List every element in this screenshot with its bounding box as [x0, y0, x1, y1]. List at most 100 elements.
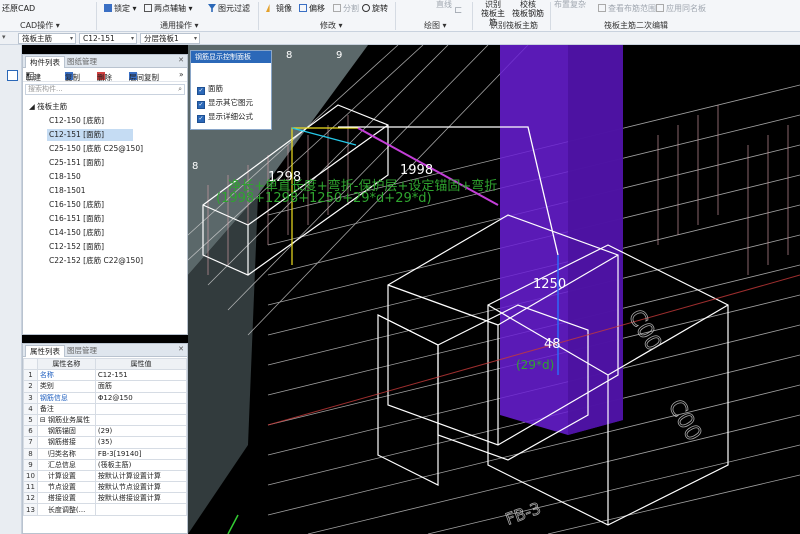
- ribbon: 还原CAD CAD操作 ▾ 锁定 ▾ 两点辅轴 ▾ 图元过滤 通用操作 ▾ 镜像…: [0, 0, 800, 32]
- rebar-display-control-panel: 钢筋显示控制面板 ✓ 面筋 ✓ 显示其它图元 ✓ 显示详细公式: [190, 50, 272, 130]
- component-list-panel: 构件列表 图纸管理 ✕ 新建 ▾ 复制 删除 层间复制 » 搜索构件... ⌕ ◢…: [22, 54, 188, 335]
- component-search-input[interactable]: 搜索构件... ⌕: [25, 84, 185, 95]
- tree-item[interactable]: C16-150 [底筋]: [47, 199, 137, 211]
- tree-item[interactable]: C16-151 [面筋]: [47, 213, 137, 225]
- component-panel-tabs: 构件列表 图纸管理 ✕: [23, 55, 187, 68]
- table-row[interactable]: 2 类别 面筋: [23, 380, 188, 393]
- checkbox-checked-icon[interactable]: ✓: [197, 101, 205, 109]
- table-row[interactable]: 6 钢筋锚固 (29): [23, 425, 188, 438]
- cad-ops-group[interactable]: CAD操作 ▾: [20, 20, 60, 31]
- tree-item[interactable]: C22-152 [底筋 C22@150]: [47, 255, 143, 267]
- secondary-edit-group: 筏板主筋二次编辑: [604, 21, 668, 30]
- table-row[interactable]: 10 计算设置 按默认计算设置计算: [23, 469, 188, 483]
- option-show-other-elements[interactable]: ✓ 显示其它图元: [197, 97, 253, 109]
- tree-item[interactable]: C14-150 [底筋]: [47, 227, 137, 239]
- dimension-48: 48: [544, 337, 561, 352]
- toolbar-dropdown-arrow[interactable]: ▾: [2, 33, 6, 41]
- restore-cad-button[interactable]: 还原CAD: [2, 4, 35, 14]
- option-face-rebar[interactable]: ✓ 面筋: [197, 83, 223, 95]
- lock-icon: [104, 4, 112, 12]
- apply-same-name-button[interactable]: 应用同名板: [656, 4, 706, 14]
- mirror-icon: [266, 4, 270, 12]
- table-row[interactable]: 3 钢筋信息 Φ12@150: [23, 391, 188, 404]
- tree-item[interactable]: C12-152 [面筋]: [47, 241, 137, 253]
- cad-3d-viewport[interactable]: C00 C00 FB-3 1998 1298 1250 48 (29*d) 净长…: [188, 45, 800, 534]
- left-icon-strip: [0, 45, 22, 534]
- table-row[interactable]: 11 节点设置 按默认节点设置计算: [23, 481, 188, 494]
- dimension-1250: 1250: [533, 277, 567, 292]
- filter-icon: [208, 4, 216, 12]
- table-row[interactable]: 7 钢筋搭接 (35): [23, 436, 188, 449]
- mirror-button[interactable]: 镜像: [266, 4, 292, 14]
- modify-group[interactable]: 修改 ▾: [320, 20, 343, 31]
- category-select[interactable]: 筏板主筋 ▾: [18, 33, 76, 44]
- table-row[interactable]: 9 汇总信息 (筏板主筋): [23, 458, 188, 471]
- offset-button[interactable]: 偏移: [299, 4, 325, 14]
- layer-select[interactable]: 分层筏板1 ▾: [140, 33, 200, 44]
- rotate-button[interactable]: 旋转: [362, 4, 388, 14]
- ribbon-separator: [96, 2, 97, 30]
- component-toolbar: 新建 ▾ 复制 删除 层间复制 »: [23, 68, 187, 82]
- option-show-detailed-formula[interactable]: ✓ 显示详细公式: [197, 111, 253, 123]
- table-row[interactable]: 5 ⊟ 钢筋业务属性: [23, 413, 188, 427]
- checkbox-checked-icon[interactable]: ✓: [197, 87, 205, 95]
- anchor-length-label: (29*d): [516, 358, 555, 372]
- split-button[interactable]: 分割: [333, 4, 359, 14]
- svg-text:C00: C00: [623, 306, 666, 356]
- column-header-name: 属性名称: [36, 357, 96, 371]
- tab-property-list[interactable]: 属性列表: [25, 345, 65, 357]
- table-row[interactable]: 12 搭接设置 按默认搭接设置计算: [23, 492, 188, 505]
- search-icon: ⌕: [178, 85, 182, 93]
- draw-group[interactable]: 绘图 ▾: [424, 20, 447, 31]
- two-point-axis-button[interactable]: 两点辅轴 ▾: [144, 4, 193, 14]
- checkbox-checked-icon[interactable]: ✓: [197, 115, 205, 123]
- tree-item[interactable]: C18-150: [47, 171, 137, 183]
- straight-line-button[interactable]: 直线: [436, 0, 452, 10]
- tree-item[interactable]: C18-1501: [47, 185, 137, 197]
- grid-number: 8: [192, 161, 199, 172]
- axis-icon: [144, 4, 152, 12]
- more-icon[interactable]: »: [179, 70, 184, 79]
- tab-component-list[interactable]: 构件列表: [25, 56, 65, 68]
- close-icon[interactable]: ✕: [178, 56, 184, 64]
- rotate-icon: [362, 4, 370, 12]
- grid-number: 9: [336, 50, 343, 61]
- lock-button[interactable]: 锁定 ▾: [104, 4, 137, 14]
- table-row[interactable]: 13 长度调整(...: [23, 503, 188, 516]
- tree-item-selected[interactable]: C12-151 [面筋]: [47, 129, 133, 141]
- rebar-model-drawing: C00 C00 FB-3: [188, 45, 800, 534]
- selector-toolbar: ▾ 筏板主筋 ▾ C12-151 ▾ 分层筏板1 ▾: [0, 32, 800, 45]
- range-icon: [598, 4, 606, 12]
- close-icon[interactable]: ✕: [178, 345, 184, 353]
- ribbon-separator: [472, 2, 473, 30]
- tree-item[interactable]: C25-150 [底筋 C25@150]: [47, 143, 143, 155]
- verify-main-button[interactable]: 校核 筏板钢筋: [512, 0, 544, 18]
- property-panel-tabs: 属性列表 图层管理 ✕: [23, 344, 187, 357]
- layout-range-button[interactable]: 布置复杂: [554, 0, 586, 10]
- property-table: 属性名称 属性值 1 名称 C12-151 2 类别 面筋 3 钢筋信息 Φ12@150 4…: [23, 357, 188, 516]
- column-header-value: 属性值: [94, 357, 188, 371]
- formula-calculation: (1998+1298+1250+29*d+29*d): [216, 191, 432, 206]
- shape-tool-icon[interactable]: ⊏: [454, 6, 462, 16]
- component-select[interactable]: C12-151 ▾: [79, 33, 137, 44]
- tree-item[interactable]: C12-150 [底筋]: [47, 115, 137, 127]
- tree-item[interactable]: C25-151 [面筋]: [47, 157, 137, 169]
- table-row[interactable]: 4 备注: [23, 402, 188, 415]
- tree-root[interactable]: ◢ 筏板主筋: [29, 101, 67, 112]
- tab-layer-management[interactable]: 图层管理: [63, 345, 101, 357]
- split-icon: [333, 4, 341, 12]
- svg-text:FB-3: FB-3: [503, 499, 543, 529]
- axis-green-line: [227, 514, 239, 534]
- svg-text:C00: C00: [663, 396, 706, 446]
- new-button[interactable]: 新建 ▾: [26, 70, 41, 82]
- common-ops-group[interactable]: 通用操作 ▾: [160, 20, 199, 31]
- view-layout-range-button[interactable]: 查看布筋范围: [598, 4, 656, 14]
- filter-button[interactable]: 图元过滤: [208, 4, 250, 14]
- table-row[interactable]: 8 归类名称 FB-3[19140]: [23, 447, 188, 460]
- table-row[interactable]: 1 名称 C12-151: [23, 369, 188, 382]
- control-panel-title: 钢筋显示控制面板: [191, 51, 271, 63]
- offset-icon: [299, 4, 307, 12]
- component-list-icon[interactable]: [7, 70, 18, 81]
- tab-drawing-management[interactable]: 图纸管理: [63, 56, 101, 68]
- property-panel: 属性列表 图层管理 ✕ 属性名称 属性值 1 名称 C12-151 2 类别 面筋 3钢…: [22, 343, 188, 534]
